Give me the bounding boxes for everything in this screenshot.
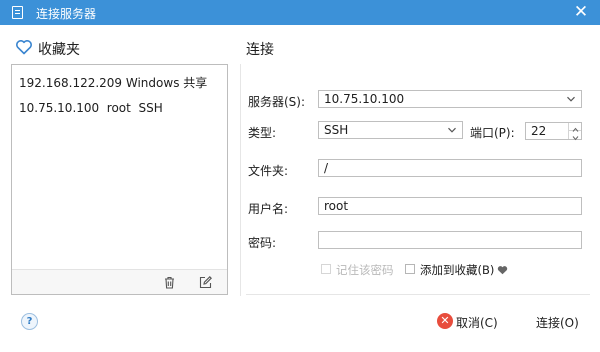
favorites-title: 收藏夹 xyxy=(38,42,80,58)
chevron-down-icon xyxy=(572,136,579,141)
cancel-label: 取消(C) xyxy=(456,316,498,330)
folder-input[interactable]: / xyxy=(318,159,582,177)
favorites-toolbar xyxy=(12,269,227,294)
server-label: 服务器(S): xyxy=(248,95,306,109)
type-select[interactable]: SSH xyxy=(318,121,463,139)
connection-title: 连接 xyxy=(246,42,274,58)
spin-up-button[interactable] xyxy=(568,123,581,132)
password-input[interactable] xyxy=(318,231,582,249)
app-document-icon xyxy=(12,6,23,19)
folder-value: / xyxy=(324,161,329,175)
server-value: 10.75.10.100 xyxy=(324,92,405,106)
title-bar: 连接服务器 ✕ xyxy=(0,0,600,25)
close-button[interactable]: ✕ xyxy=(570,1,592,23)
username-value: root xyxy=(324,199,349,213)
trash-icon[interactable] xyxy=(162,275,177,290)
spin-down-button[interactable] xyxy=(568,131,581,141)
panel-divider xyxy=(240,64,241,296)
username-label: 用户名: xyxy=(248,202,289,216)
heart-icon xyxy=(16,40,32,55)
remember-password-label: 记住该密码 xyxy=(336,263,394,277)
connect-button[interactable]: 连接(O) xyxy=(536,314,579,331)
remember-password-checkbox[interactable] xyxy=(321,264,331,274)
type-label: 类型: xyxy=(248,126,277,140)
edit-icon[interactable] xyxy=(198,275,213,290)
server-combobox[interactable]: 10.75.10.100 xyxy=(318,90,582,108)
window-title: 连接服务器 xyxy=(36,7,97,21)
chevron-down-icon xyxy=(567,96,575,102)
favorites-list: 192.168.122.209 Windows 共享 10.75.10.100 … xyxy=(11,64,228,295)
cancel-icon: ✕ xyxy=(437,313,453,329)
chevron-down-icon xyxy=(448,127,456,133)
port-spinbox[interactable]: 22 xyxy=(525,122,582,141)
username-input[interactable]: root xyxy=(318,197,582,215)
heart-icon xyxy=(497,266,508,275)
port-label: 端口(P): xyxy=(470,126,515,140)
cancel-button[interactable]: ✕ 取消(C) xyxy=(434,310,498,332)
port-value: 22 xyxy=(531,124,547,138)
favorite-item[interactable]: 10.75.10.100 root SSH xyxy=(19,101,163,115)
password-label: 密码: xyxy=(248,236,277,250)
add-to-favorites-label: 添加到收藏(B) xyxy=(420,263,495,277)
add-to-favorites-checkbox[interactable] xyxy=(405,264,415,274)
help-button[interactable]: ? xyxy=(21,313,38,330)
favorite-item[interactable]: 192.168.122.209 Windows 共享 xyxy=(19,74,207,91)
folder-label: 文件夹: xyxy=(248,164,289,178)
type-value: SSH xyxy=(324,123,349,137)
footer-divider xyxy=(246,294,590,295)
